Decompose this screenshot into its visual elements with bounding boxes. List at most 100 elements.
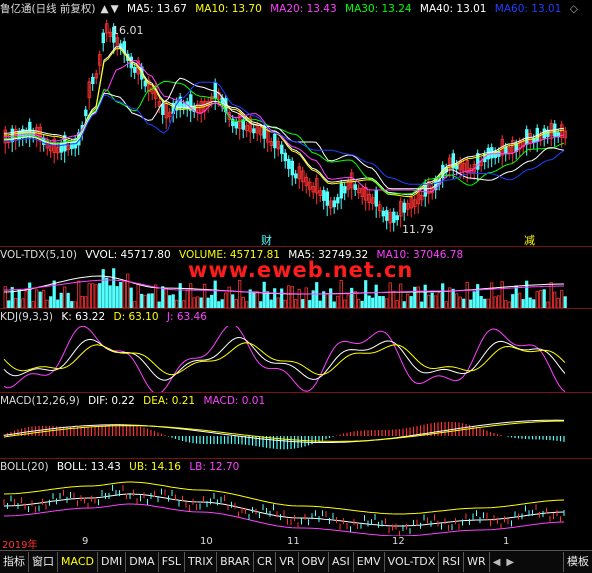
- volume-bar-down: [213, 280, 217, 308]
- volume-bar-up: [185, 290, 189, 308]
- volume-bar-up: [224, 292, 228, 308]
- boll-title[interactable]: BOLL(20): [0, 461, 49, 473]
- main-chart-header: 鲁亿通(日线 前复权) ▲ ▼ MA5: 13.67 MA10: 13.70 MA2…: [0, 2, 583, 17]
- volume-bar-down: [563, 296, 567, 308]
- candle-down: [402, 202, 406, 213]
- volume-bar-down: [311, 290, 315, 308]
- volume-bar-up: [325, 292, 329, 308]
- volume-bar-up: [45, 299, 49, 308]
- prev-tabs-icon[interactable]: ◀: [490, 557, 504, 568]
- volume-bar-down: [119, 282, 123, 308]
- price-chart[interactable]: [0, 18, 592, 246]
- volume-bar-up: [234, 298, 238, 308]
- volume-bar-down: [262, 281, 266, 308]
- volume-bar-up: [406, 293, 410, 308]
- volume-bar-down: [199, 297, 203, 308]
- volume-bar-down: [371, 297, 375, 308]
- volume-bar-down: [161, 286, 165, 308]
- volume-bar-up: [227, 286, 231, 308]
- candle-down: [213, 82, 217, 99]
- tab-vr[interactable]: VR: [276, 552, 299, 572]
- macd-macd-value: MACD: 0.01: [203, 395, 266, 407]
- macd-header: MACD(12,26,9) DIF: 0.22 DEA: 0.21 MACD: …: [0, 394, 270, 409]
- tab-trix[interactable]: TRIX: [185, 552, 218, 572]
- candle-down: [161, 103, 165, 115]
- volume-bar-down: [441, 283, 445, 308]
- kdj-title[interactable]: KDJ(9,3,3): [0, 311, 53, 323]
- ma60-value: MA60: 13.01: [494, 3, 562, 15]
- tab-asi[interactable]: ASI: [329, 552, 354, 572]
- boll-header: BOLL(20) BOLL: 13.43 UB: 14.16 LB: 12.70: [0, 460, 244, 475]
- low-price-label: 11.79: [402, 223, 434, 236]
- divider: [0, 246, 592, 247]
- candle-down: [339, 183, 343, 199]
- candle-down: [343, 186, 347, 194]
- tab-vol-tdx[interactable]: VOL-TDX: [385, 552, 440, 572]
- volume-bar-up: [465, 281, 469, 308]
- volume-bar-down: [220, 299, 224, 308]
- volume-bar-down: [17, 289, 21, 308]
- ma30-value: MA30: 13.24: [345, 3, 412, 15]
- volume-bar-down: [308, 300, 312, 308]
- tab-fsl[interactable]: FSL: [159, 552, 185, 572]
- volume-bar-down: [115, 286, 119, 308]
- volume-bar-down: [252, 291, 256, 308]
- ma20-line: [3, 59, 565, 193]
- tab-macd[interactable]: MACD: [58, 552, 98, 572]
- tab-emv[interactable]: EMV: [354, 552, 385, 572]
- tab-wr[interactable]: WR: [464, 552, 490, 572]
- candle-down: [280, 144, 284, 154]
- volume-bar-up: [493, 296, 497, 308]
- next-tabs-icon[interactable]: ▶: [503, 557, 517, 568]
- macd-title[interactable]: MACD(12,26,9): [0, 395, 80, 407]
- candle-down: [336, 197, 340, 204]
- volume-bar-up: [392, 290, 396, 308]
- volume-bar-down: [273, 288, 277, 308]
- tab-rsi[interactable]: RSI: [439, 552, 465, 572]
- volume-bar-up: [126, 273, 130, 308]
- tab-dma[interactable]: DMA: [126, 552, 159, 572]
- volume-bar-up: [539, 290, 543, 308]
- diamond-icon[interactable]: ◇: [570, 3, 578, 15]
- candle-down: [490, 147, 494, 159]
- watermark-text: www.eweb.net.cn: [188, 258, 414, 282]
- boll-ub-value: UB: 14.16: [129, 461, 181, 473]
- template-button[interactable]: 模板: [563, 552, 592, 572]
- candle-down: [273, 133, 277, 149]
- tab-window[interactable]: 窗口: [29, 552, 58, 572]
- volume-bar-up: [395, 300, 399, 308]
- tab-brar[interactable]: BRAR: [217, 552, 255, 572]
- candle-down: [392, 211, 396, 223]
- tab-obv[interactable]: OBV: [299, 552, 329, 572]
- boll-lb-value: LB: 12.70: [189, 461, 240, 473]
- kdj-chart[interactable]: [0, 326, 592, 392]
- volume-bar-down: [430, 292, 434, 308]
- arrow-down-icon[interactable]: ▼: [111, 3, 119, 15]
- divider: [0, 458, 592, 459]
- volume-bar-up: [94, 284, 98, 308]
- volume-bar-down: [409, 296, 413, 308]
- volume-bar-up: [486, 298, 490, 308]
- volume-bar-down: [472, 291, 476, 308]
- volume-bar-down: [150, 293, 154, 308]
- tab-indicator[interactable]: 指标: [0, 552, 29, 572]
- boll-chart[interactable]: [0, 476, 592, 536]
- tab-dmi[interactable]: DMI: [98, 552, 127, 572]
- volume-bar-down: [301, 299, 305, 308]
- volume-bar-up: [77, 280, 81, 308]
- volume-bar-down: [378, 296, 382, 308]
- volume-bar-down: [413, 286, 417, 308]
- vol-title[interactable]: VOL-TDX(5,10): [0, 249, 77, 261]
- macd-chart[interactable]: [0, 410, 592, 458]
- stock-title[interactable]: 鲁亿通(日线 前复权): [0, 3, 96, 15]
- volume-bar-up: [346, 294, 350, 308]
- volume-bar-down: [374, 284, 378, 308]
- volume-bar-down: [101, 269, 105, 308]
- candle-down: [101, 32, 105, 44]
- arrow-up-icon[interactable]: ▲: [101, 3, 109, 15]
- volume-bar-down: [38, 291, 42, 308]
- tab-cr[interactable]: CR: [254, 552, 277, 572]
- volume-bar-down: [514, 285, 518, 308]
- macd-dif-value: DIF: 0.22: [88, 395, 135, 407]
- volume-bar-up: [357, 298, 361, 308]
